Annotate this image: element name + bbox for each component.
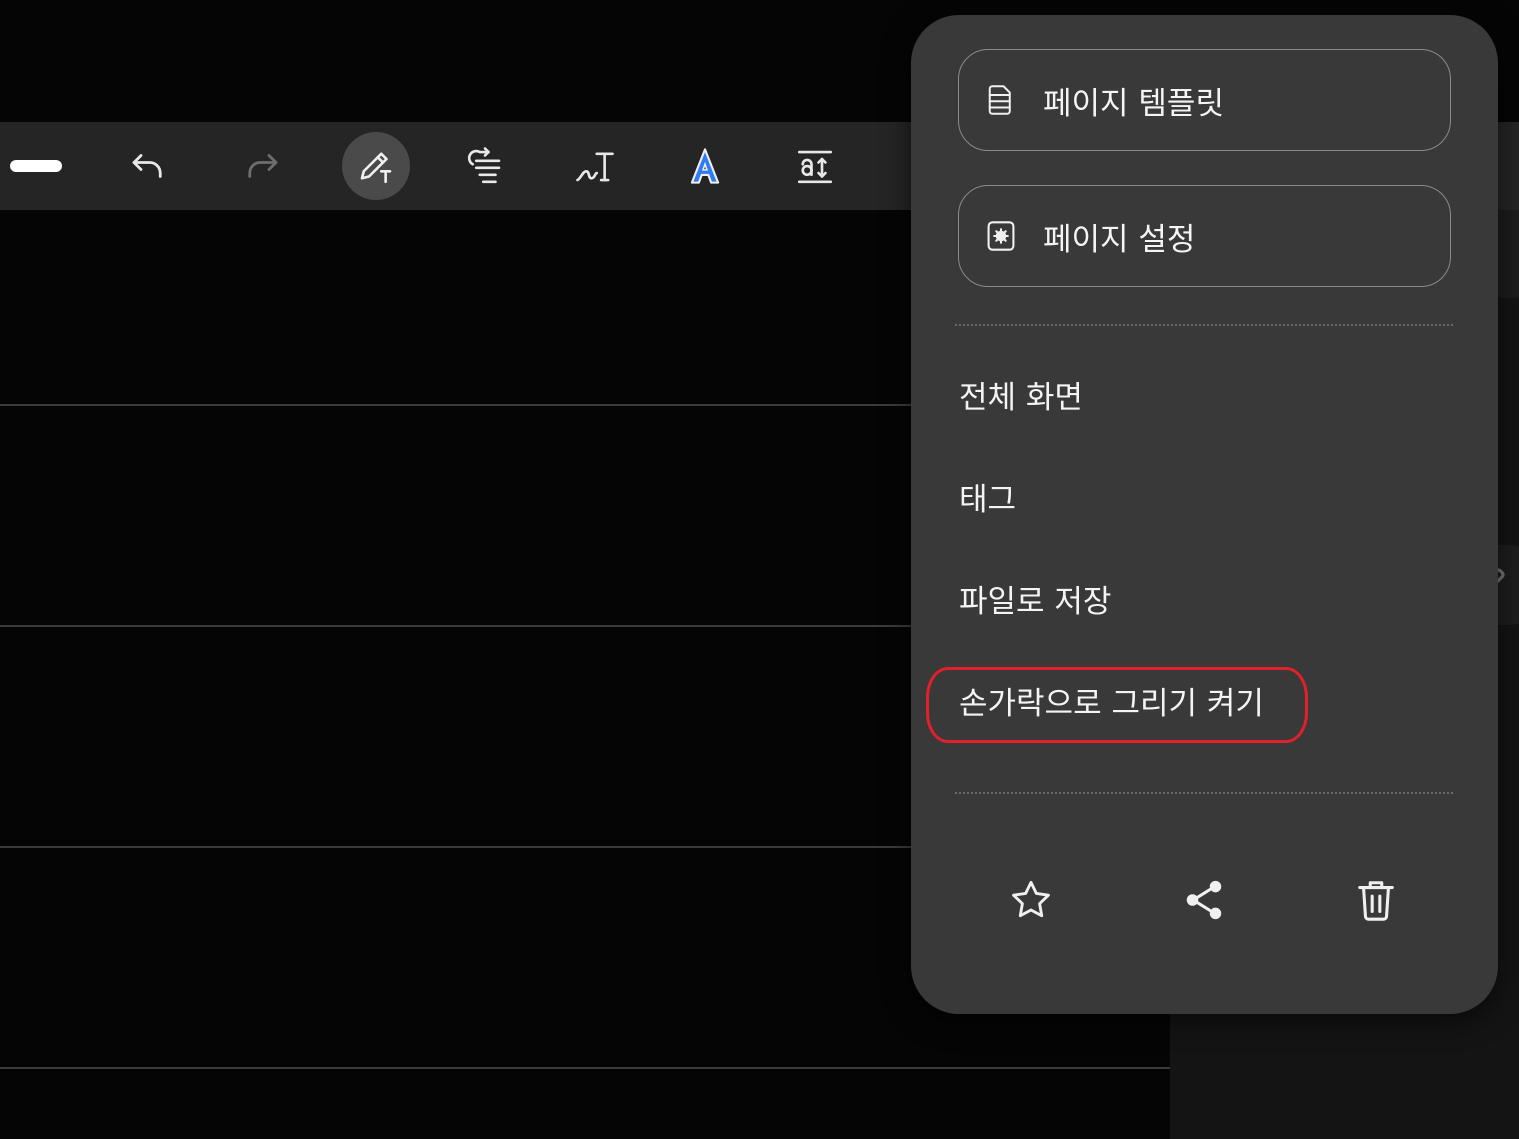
page-rule-line bbox=[0, 1067, 1170, 1069]
menu-item-save-as-file[interactable]: 파일로 저장 bbox=[959, 582, 1111, 622]
handwriting-text-icon bbox=[576, 152, 614, 182]
share-icon bbox=[1186, 880, 1222, 920]
highlight-annotation bbox=[926, 667, 1308, 743]
delete-button[interactable] bbox=[1346, 870, 1406, 930]
page-template-button[interactable]: 페이지 템플릿 bbox=[958, 49, 1451, 151]
favorite-button[interactable] bbox=[1001, 870, 1061, 930]
share-button[interactable] bbox=[1174, 870, 1234, 930]
menu-item-fullscreen[interactable]: 전체 화면 bbox=[959, 378, 1083, 418]
note-editor-screen: 페이지 템플릿 페이지 설정 전체 화면 태그 파일로 저장 손가락으로 그리기… bbox=[0, 0, 1519, 1139]
undo-icon bbox=[132, 154, 162, 178]
page-template-icon bbox=[985, 83, 1017, 117]
text-align-button[interactable] bbox=[451, 132, 519, 200]
menu-divider bbox=[955, 324, 1453, 326]
handle-bar-icon[interactable] bbox=[10, 160, 62, 172]
menu-divider bbox=[955, 792, 1453, 794]
page-settings-label: 페이지 설정 bbox=[1043, 221, 1196, 258]
page-template-label: 페이지 템플릿 bbox=[1043, 85, 1224, 122]
star-icon bbox=[1012, 880, 1050, 918]
text-size-icon bbox=[797, 150, 833, 184]
page-settings-icon bbox=[985, 219, 1017, 253]
trash-icon bbox=[1358, 881, 1394, 921]
text-style-icon bbox=[690, 148, 720, 184]
pen-icon bbox=[360, 152, 392, 184]
menu-item-tag[interactable]: 태그 bbox=[959, 480, 1016, 520]
more-options-menu: 페이지 템플릿 페이지 설정 전체 화면 태그 파일로 저장 손가락으로 그리기… bbox=[911, 15, 1498, 1014]
page-settings-button[interactable]: 페이지 설정 bbox=[958, 185, 1451, 287]
align-icon bbox=[467, 147, 501, 184]
text-style-button[interactable] bbox=[671, 132, 739, 200]
redo-button[interactable] bbox=[228, 132, 296, 200]
redo-icon bbox=[248, 154, 278, 178]
undo-button[interactable] bbox=[114, 132, 182, 200]
text-size-button[interactable] bbox=[781, 132, 849, 200]
handwriting-to-text-button[interactable] bbox=[561, 132, 629, 200]
pen-tool-button[interactable] bbox=[342, 132, 410, 200]
